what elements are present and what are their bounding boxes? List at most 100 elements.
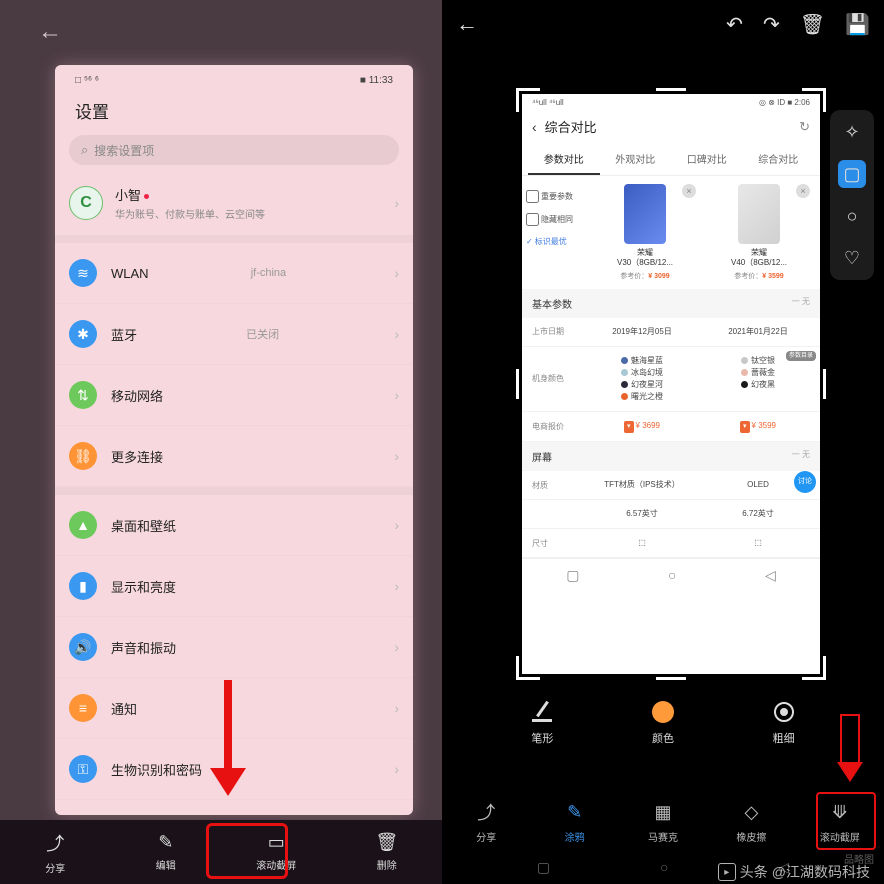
chevron-right-icon: › bbox=[394, 578, 399, 594]
catalog-badge[interactable]: 参数目录 bbox=[786, 351, 816, 362]
settings-row[interactable]: 🔊 声音和振动 › bbox=[55, 617, 413, 678]
settings-row[interactable]: ⛓ 更多连接 › bbox=[55, 426, 413, 487]
row-label: 声音和振动 bbox=[111, 638, 176, 657]
tool-mosaic[interactable]: ▦马赛克 bbox=[619, 801, 707, 844]
phone-image bbox=[624, 184, 666, 244]
status-bar: □ ⁵⁶ ⁶ ■ 11:33 bbox=[55, 65, 413, 90]
section-basic: 基本参数一 无 bbox=[522, 289, 820, 318]
chevron-right-icon: › bbox=[394, 265, 399, 281]
row-label: 桌面和壁纸 bbox=[111, 516, 176, 535]
crop-frame[interactable]: ⁴⁶ull ⁴⁶ull◎ ⊗ ID ■ 2:06 ‹ 综合对比 ↻ 参数对比 外… bbox=[522, 94, 820, 674]
shape-heart-icon[interactable]: ♡ bbox=[838, 244, 866, 272]
brush-color[interactable]: 颜色 bbox=[651, 700, 675, 746]
row-label: 蓝牙 bbox=[111, 325, 137, 344]
tool-eraser[interactable]: ◇橡皮擦 bbox=[707, 801, 795, 844]
tab-params[interactable]: 参数对比 bbox=[528, 144, 600, 175]
avatar: C bbox=[69, 186, 103, 220]
brush-shape[interactable]: 笔形 bbox=[530, 700, 554, 746]
tab-overall[interactable]: 综合对比 bbox=[743, 144, 815, 175]
chevron-right-icon: › bbox=[394, 195, 399, 211]
notif-icon: ≡ bbox=[69, 694, 97, 722]
row-material: 材质 TFT材质（IPS技术） OLED 讨论 bbox=[522, 471, 820, 500]
tab-reviews[interactable]: 口碑对比 bbox=[671, 144, 743, 175]
settings-row[interactable]: ✱蓝牙已关闭› bbox=[55, 304, 413, 365]
back-icon[interactable]: ← bbox=[456, 11, 478, 37]
brush-settings: 笔形 颜色 粗细 bbox=[442, 690, 884, 756]
opt-hide-same[interactable]: 隐藏相同 bbox=[526, 213, 588, 226]
row-value: jf-china bbox=[251, 267, 286, 279]
back-icon[interactable]: ← bbox=[38, 18, 62, 46]
chevron-right-icon: › bbox=[394, 387, 399, 403]
nav-home-icon[interactable]: ○ bbox=[660, 859, 668, 876]
disp-icon: ▮ bbox=[69, 572, 97, 600]
chevron-right-icon: › bbox=[394, 639, 399, 655]
remove-icon[interactable]: × bbox=[682, 184, 696, 198]
compare-tabs: 参数对比 外观对比 口碑对比 综合对比 bbox=[522, 144, 820, 176]
compare-header: 重要参数 隐藏相同 ✓ 标识最优 × 荣耀V30（8GB/12... 参考价：¥… bbox=[522, 176, 820, 289]
settings-row[interactable]: ⇅移动网络› bbox=[55, 365, 413, 426]
tb-delete[interactable]: 🗑删除 bbox=[332, 820, 443, 884]
chevron-right-icon: › bbox=[394, 326, 399, 342]
wifi-icon: ≋ bbox=[69, 259, 97, 287]
delete-icon[interactable]: 🗑 bbox=[800, 12, 825, 37]
opt-important[interactable]: 重要参数 bbox=[526, 190, 588, 203]
shape-rect-icon[interactable]: ▢ bbox=[838, 160, 866, 188]
row-quote: 电商报价 ▾¥ 3699 ▾¥ 3599 bbox=[522, 412, 820, 443]
chevron-right-icon: › bbox=[394, 517, 399, 533]
tb-share[interactable]: ⤴分享 bbox=[0, 820, 111, 884]
back-icon[interactable]: ‹ bbox=[532, 119, 537, 135]
refresh-icon[interactable]: ↻ bbox=[799, 119, 810, 135]
row-label: 移动网络 bbox=[111, 386, 163, 405]
brush-thickness[interactable]: 粗细 bbox=[772, 700, 796, 746]
product-2[interactable]: × 荣耀V40（8GB/12... 参考价：¥ 3599 bbox=[702, 184, 816, 281]
settings-row[interactable]: ≋WLANjf-china› bbox=[55, 243, 413, 304]
opt-mark-best[interactable]: ✓ 标识最优 bbox=[526, 236, 588, 247]
tool-doodle[interactable]: ✎涂鸦 bbox=[530, 801, 618, 844]
inner-header: ‹ 综合对比 ↻ bbox=[522, 111, 820, 144]
row-size2: 尺寸 ⬚ ⬚ bbox=[522, 529, 820, 558]
bio-icon: ⚿ bbox=[69, 755, 97, 783]
shape-circle-icon[interactable]: ○ bbox=[838, 202, 866, 230]
chevron-right-icon: › bbox=[394, 448, 399, 464]
product-1[interactable]: × 荣耀V30（8GB/12... 参考价：¥ 3099 bbox=[588, 184, 702, 281]
nav-recent-icon[interactable]: ▢ bbox=[537, 859, 550, 876]
sound-icon: 🔊 bbox=[69, 633, 97, 661]
tool-share[interactable]: ⤴分享 bbox=[442, 801, 530, 844]
row-label: 显示和亮度 bbox=[111, 577, 176, 596]
remove-icon[interactable]: × bbox=[796, 184, 810, 198]
row-release-date: 上市日期 2019年12月05日 2021年01月22日 bbox=[522, 318, 820, 347]
row-label: 更多连接 bbox=[111, 447, 163, 466]
nav-back-icon[interactable]: ▢ bbox=[566, 567, 579, 584]
editor-topbar: ← ↶ ↷ 🗑 💾 bbox=[442, 0, 884, 48]
row-label: 通知 bbox=[111, 699, 137, 718]
row-size: 6.57英寸 6.72英寸 bbox=[522, 500, 820, 529]
profile-name: 小智 bbox=[115, 185, 265, 204]
row-value: 已关闭 bbox=[246, 326, 279, 342]
save-icon[interactable]: 💾 bbox=[845, 12, 870, 37]
row-label: 生物识别和密码 bbox=[111, 760, 202, 779]
nav-home-icon[interactable]: ○ bbox=[668, 567, 676, 584]
tab-appearance[interactable]: 外观对比 bbox=[600, 144, 672, 175]
search-input[interactable]: ⌕ 搜索设置项 bbox=[69, 135, 399, 165]
inner-title: 综合对比 bbox=[545, 117, 597, 136]
settings-row[interactable]: ▮ 显示和亮度 › bbox=[55, 556, 413, 617]
page-title: 设置 bbox=[55, 90, 413, 135]
settings-row[interactable]: ▲桌面和壁纸› bbox=[55, 495, 413, 556]
divider bbox=[55, 235, 413, 243]
nav-recent-icon[interactable]: ◁ bbox=[765, 567, 776, 584]
undo-icon[interactable]: ↶ bbox=[726, 12, 743, 37]
shape-freeform-icon[interactable]: ✧ bbox=[838, 118, 866, 146]
more-icon: ⛓ bbox=[69, 442, 97, 470]
right-panel: ← ↶ ↷ 🗑 💾 ✧ ▢ ○ ♡ ⁴⁶ull ⁴⁶ull◎ ⊗ ID ■ 2:… bbox=[442, 0, 884, 884]
search-icon: ⌕ bbox=[81, 142, 88, 158]
row-colors: 机身颜色 魅海星蓝冰岛幻境幻夜星河曙光之橙 钛空银蔷薇金幻夜黑 参数目录 bbox=[522, 347, 820, 412]
captured-content: ⁴⁶ull ⁴⁶ull◎ ⊗ ID ■ 2:06 ‹ 综合对比 ↻ 参数对比 外… bbox=[522, 94, 820, 674]
shape-picker: ✧ ▢ ○ ♡ bbox=[830, 110, 874, 280]
profile-row[interactable]: C 小智 华为账号、付款与账单、云空间等 › bbox=[55, 179, 413, 235]
section-screen: 屏幕一 无 bbox=[522, 442, 820, 471]
phone-image bbox=[738, 184, 780, 244]
tb-edit[interactable]: ✎编辑 bbox=[111, 820, 222, 884]
redo-icon[interactable]: ↷ bbox=[763, 12, 780, 37]
inner-status-bar: ⁴⁶ull ⁴⁶ull◎ ⊗ ID ■ 2:06 bbox=[522, 94, 820, 111]
profile-sub: 华为账号、付款与账单、云空间等 bbox=[115, 206, 265, 221]
